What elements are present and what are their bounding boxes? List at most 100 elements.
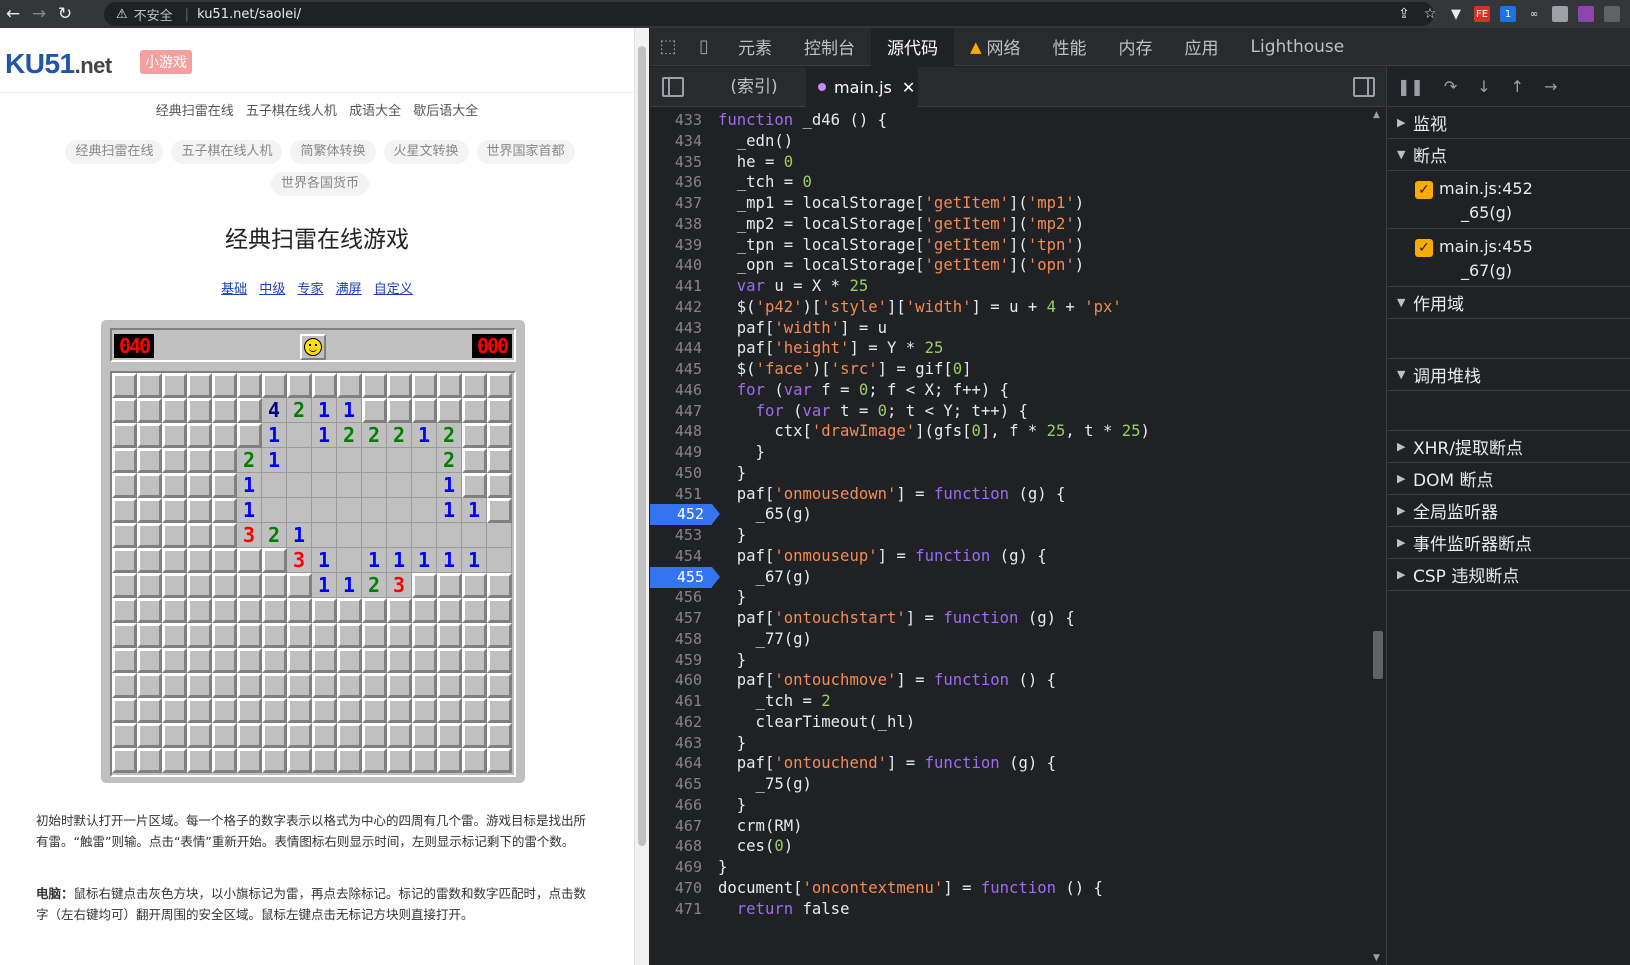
- covered-cell[interactable]: [137, 573, 162, 598]
- covered-cell[interactable]: [237, 623, 262, 648]
- covered-cell[interactable]: [462, 673, 487, 698]
- code-line[interactable]: 459 }: [650, 650, 1370, 671]
- covered-cell[interactable]: [487, 398, 512, 423]
- covered-cell[interactable]: [312, 698, 337, 723]
- checkbox-checked-icon[interactable]: ✓: [1415, 239, 1433, 257]
- covered-cell[interactable]: [112, 548, 137, 573]
- device-toggle-icon[interactable]: ▯: [686, 28, 722, 66]
- covered-cell[interactable]: [462, 648, 487, 673]
- covered-cell[interactable]: [462, 398, 487, 423]
- covered-cell[interactable]: [337, 698, 362, 723]
- top-link[interactable]: 成语大全: [349, 104, 401, 119]
- covered-cell[interactable]: [112, 723, 137, 748]
- empty-cell[interactable]: [387, 498, 412, 523]
- code-line[interactable]: 446 for (var f = 0; f < X; f++) {: [650, 380, 1370, 401]
- level-expert-link[interactable]: 专家: [297, 282, 323, 297]
- covered-cell[interactable]: [237, 673, 262, 698]
- infinity-extension-icon[interactable]: ∞: [1526, 6, 1542, 22]
- covered-cell[interactable]: [262, 673, 287, 698]
- code-line[interactable]: 439 _tpn = localStorage['getItem']('tpn'…: [650, 235, 1370, 256]
- line-number[interactable]: 458: [650, 629, 710, 650]
- covered-cell[interactable]: [212, 573, 237, 598]
- covered-cell[interactable]: [312, 648, 337, 673]
- fe-extension-icon[interactable]: FE: [1474, 6, 1490, 22]
- covered-cell[interactable]: [212, 673, 237, 698]
- line-number[interactable]: 447: [650, 401, 710, 422]
- covered-cell[interactable]: [212, 448, 237, 473]
- covered-cell[interactable]: [237, 598, 262, 623]
- covered-cell[interactable]: [487, 723, 512, 748]
- line-number[interactable]: 467: [650, 816, 710, 837]
- code-scrollbar[interactable]: ▲ ▼: [1370, 108, 1385, 965]
- breakpoint-item[interactable]: ✓ main.js:455 _67(g): [1387, 229, 1630, 287]
- covered-cell[interactable]: [112, 698, 137, 723]
- code-line[interactable]: 466 }: [650, 795, 1370, 816]
- covered-cell[interactable]: [162, 373, 187, 398]
- line-number[interactable]: 442: [650, 297, 710, 318]
- empty-cell[interactable]: [412, 448, 437, 473]
- covered-cell[interactable]: [187, 398, 212, 423]
- covered-cell[interactable]: [387, 398, 412, 423]
- covered-cell[interactable]: [162, 423, 187, 448]
- number-cell[interactable]: 1: [462, 548, 487, 573]
- number-cell[interactable]: 1: [387, 548, 412, 573]
- covered-cell[interactable]: [262, 373, 287, 398]
- number-cell[interactable]: 3: [237, 523, 262, 548]
- pill-link[interactable]: 世界国家首都: [476, 140, 575, 164]
- puzzle-extension-icon[interactable]: 1: [1500, 6, 1516, 22]
- covered-cell[interactable]: [462, 623, 487, 648]
- covered-cell[interactable]: [287, 573, 312, 598]
- covered-cell[interactable]: [287, 723, 312, 748]
- top-link[interactable]: 五子棋在线人机: [246, 104, 337, 119]
- code-line[interactable]: 440 _opn = localStorage['getItem']('opn'…: [650, 255, 1370, 276]
- number-cell[interactable]: 2: [362, 423, 387, 448]
- covered-cell[interactable]: [437, 723, 462, 748]
- covered-cell[interactable]: [487, 648, 512, 673]
- covered-cell[interactable]: [237, 648, 262, 673]
- covered-cell[interactable]: [387, 723, 412, 748]
- covered-cell[interactable]: [187, 648, 212, 673]
- line-number[interactable]: 446: [650, 380, 710, 401]
- line-number[interactable]: 468: [650, 836, 710, 857]
- covered-cell[interactable]: [112, 523, 137, 548]
- number-cell[interactable]: 1: [312, 423, 337, 448]
- scrollbar-thumb[interactable]: [1373, 631, 1383, 679]
- code-line[interactable]: 471 return false: [650, 899, 1370, 920]
- scroll-down-icon[interactable]: ▼: [1373, 953, 1380, 963]
- pill-link[interactable]: 五子棋在线人机: [171, 140, 283, 164]
- covered-cell[interactable]: [237, 423, 262, 448]
- number-cell[interactable]: 1: [237, 473, 262, 498]
- empty-cell[interactable]: [412, 473, 437, 498]
- covered-cell[interactable]: [137, 673, 162, 698]
- covered-cell[interactable]: [112, 648, 137, 673]
- image-extension-icon[interactable]: [1552, 6, 1568, 22]
- step-icon[interactable]: →: [1544, 77, 1557, 96]
- covered-cell[interactable]: [337, 623, 362, 648]
- covered-cell[interactable]: [162, 573, 187, 598]
- code-line[interactable]: 458 _77(g): [650, 629, 1370, 650]
- covered-cell[interactable]: [387, 623, 412, 648]
- number-cell[interactable]: 1: [462, 498, 487, 523]
- step-over-icon[interactable]: ↷: [1444, 77, 1457, 96]
- covered-cell[interactable]: [162, 748, 187, 773]
- code-editor[interactable]: 433 function _d46 () {434 _edn() 435 he = …: [650, 108, 1370, 965]
- covered-cell[interactable]: [212, 398, 237, 423]
- covered-cell[interactable]: [437, 698, 462, 723]
- line-number[interactable]: 438: [650, 214, 710, 235]
- covered-cell[interactable]: [187, 498, 212, 523]
- code-line[interactable]: 447 for (var t = 0; t < Y; t++) {: [650, 401, 1370, 422]
- number-cell[interactable]: 1: [412, 548, 437, 573]
- covered-cell[interactable]: [187, 698, 212, 723]
- covered-cell[interactable]: [212, 723, 237, 748]
- number-cell[interactable]: 2: [337, 423, 362, 448]
- code-line[interactable]: 443 paf['width'] = u: [650, 318, 1370, 339]
- code-line[interactable]: 460 paf['ontouchmove'] = function () {: [650, 670, 1370, 691]
- empty-cell[interactable]: [412, 523, 437, 548]
- covered-cell[interactable]: [287, 748, 312, 773]
- code-line[interactable]: 469}: [650, 857, 1370, 878]
- site-logo[interactable]: KU51.net: [5, 48, 112, 80]
- pill-link[interactable]: 经典扫雷在线: [65, 140, 164, 164]
- level-custom-link[interactable]: 自定义: [374, 282, 413, 297]
- empty-cell[interactable]: [287, 448, 312, 473]
- covered-cell[interactable]: [312, 723, 337, 748]
